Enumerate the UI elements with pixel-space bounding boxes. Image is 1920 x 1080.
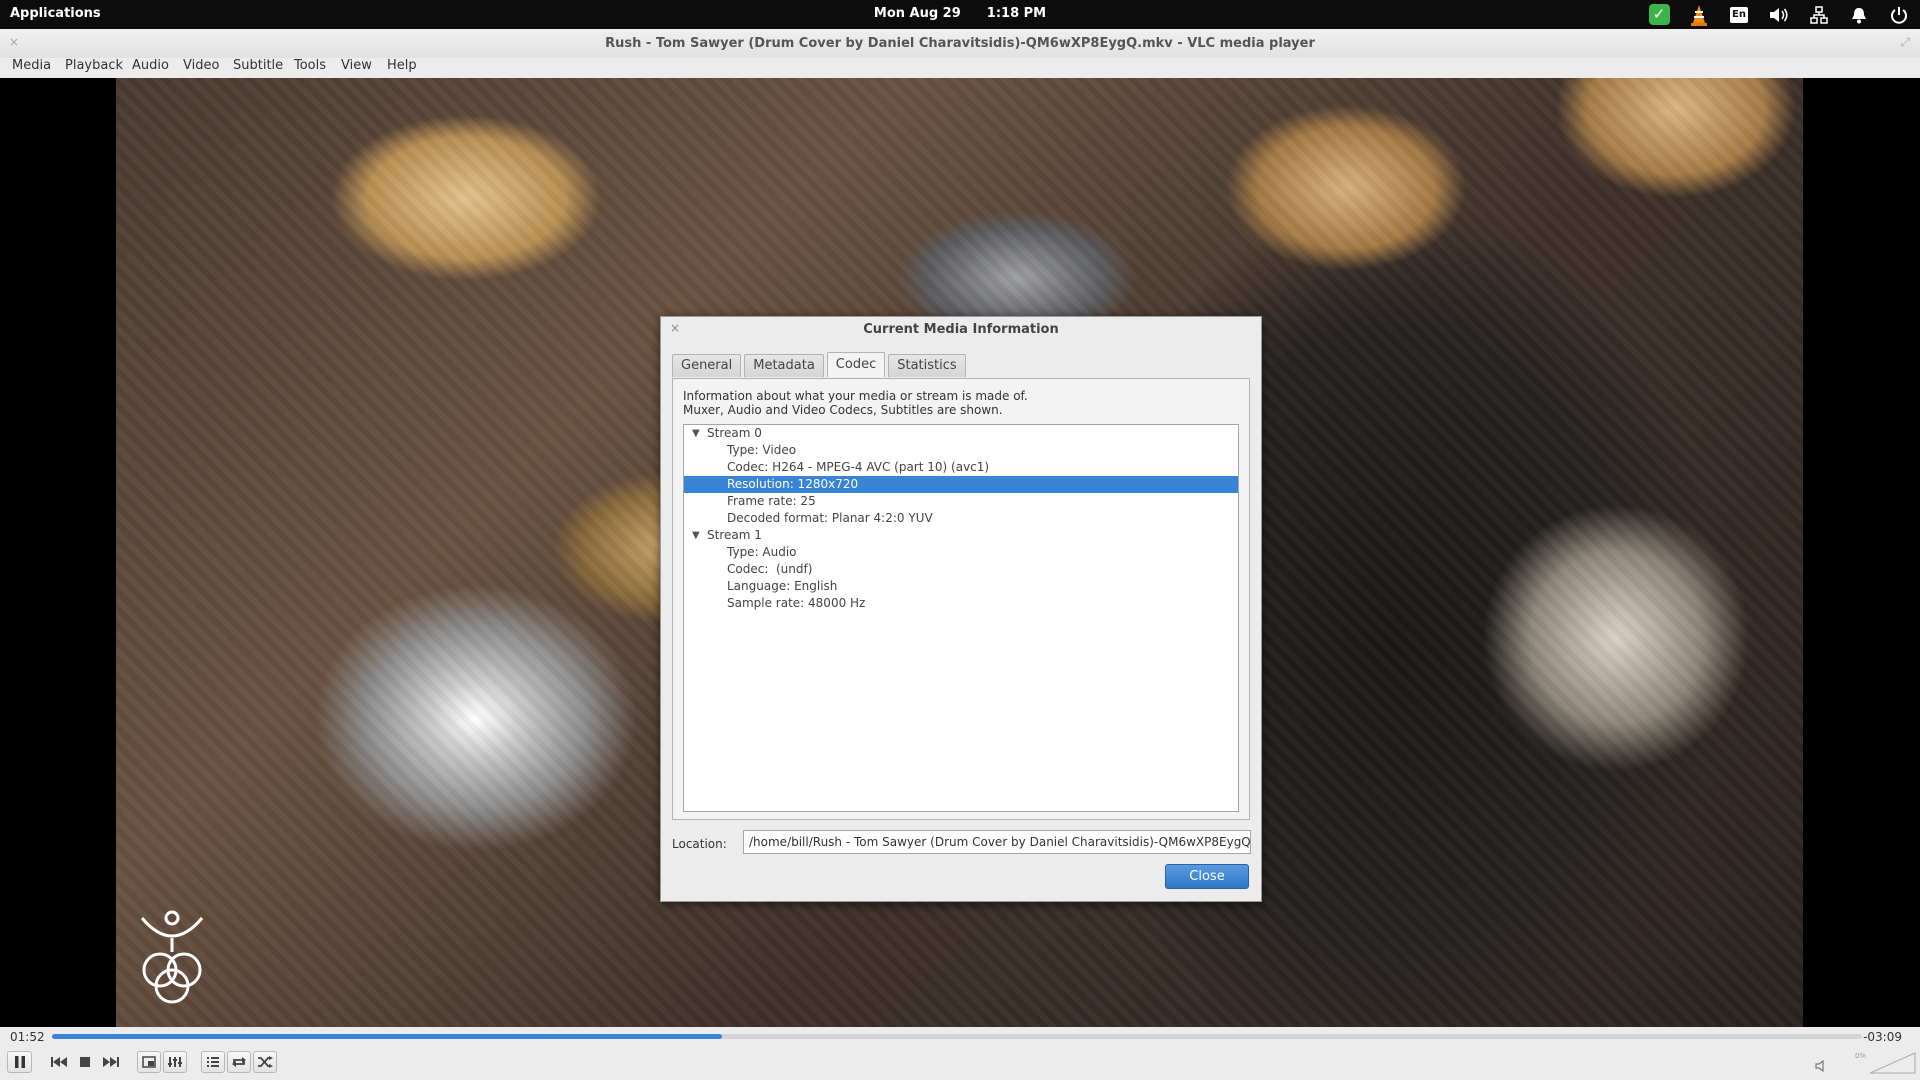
expand-arrow-icon[interactable]: ▼ — [692, 425, 700, 442]
fullscreen-icon — [142, 1056, 156, 1068]
seek-bar[interactable] — [52, 1034, 1862, 1039]
tree-row-label: Frame rate: 25 — [727, 494, 816, 508]
menu-tools[interactable]: Tools — [294, 58, 326, 73]
network-icon[interactable] — [1806, 3, 1832, 26]
media-information-dialog: × Current Media Information General Meta… — [660, 316, 1262, 902]
notification-bell-icon[interactable] — [1846, 3, 1872, 26]
shuffle-icon — [258, 1056, 273, 1068]
tree-row[interactable]: Codec: (undf) — [684, 561, 1238, 578]
equalizer-icon — [168, 1057, 182, 1067]
menu-playback[interactable]: Playback — [65, 58, 123, 73]
fullscreen-button[interactable] — [137, 1051, 161, 1073]
tab-statistics[interactable]: Statistics — [888, 354, 966, 377]
codec-panel: Information about what your media or str… — [672, 378, 1250, 820]
playlist-button[interactable] — [201, 1051, 225, 1073]
applications-menu-button[interactable]: Applications — [10, 6, 101, 21]
menu-video[interactable]: Video — [183, 58, 219, 73]
clock-time[interactable]: 1:18 PM — [987, 6, 1046, 21]
volume-icon[interactable] — [1766, 3, 1792, 26]
tree-row-label: Codec: H264 - MPEG-4 AVC (part 10) (avc1… — [727, 460, 990, 474]
menu-help[interactable]: Help — [387, 58, 417, 73]
shuffle-button[interactable] — [253, 1051, 277, 1073]
window-titlebar: × Rush - Tom Sawyer (Drum Cover by Danie… — [0, 29, 1920, 59]
pause-button[interactable] — [7, 1051, 32, 1073]
menu-view[interactable]: View — [341, 58, 372, 73]
tree-row-stream-0[interactable]: ▼ Stream 0 — [684, 425, 1238, 442]
system-tray: ✓ En — [1646, 3, 1912, 26]
codec-description: Information about what your media or str… — [683, 389, 1028, 417]
check-shield-icon[interactable]: ✓ — [1646, 3, 1672, 26]
vlc-cone-icon[interactable] — [1686, 3, 1712, 26]
tree-row[interactable]: Decoded format: Planar 4:2:0 YUV — [684, 510, 1238, 527]
tree-row-label: Stream 1 — [707, 528, 762, 542]
next-button[interactable] — [99, 1051, 123, 1073]
codec-tree[interactable]: ▼ Stream 0 Type: Video Codec: H264 - MPE… — [683, 424, 1239, 812]
menu-audio[interactable]: Audio — [132, 58, 169, 73]
dialog-tabs: General Metadata Codec Statistics — [672, 352, 969, 377]
tree-row[interactable]: Frame rate: 25 — [684, 493, 1238, 510]
tree-row[interactable]: Sample rate: 48000 Hz — [684, 595, 1238, 612]
volume-slider[interactable] — [1870, 1052, 1916, 1074]
top-panel: Applications Mon Aug 29 1:18 PM ✓ En — [0, 0, 1920, 29]
loop-button[interactable] — [227, 1051, 251, 1073]
tree-row-label: Type: Audio — [727, 545, 797, 559]
keyboard-layout-label: En — [1730, 6, 1748, 23]
stop-icon — [80, 1057, 90, 1067]
stop-button[interactable] — [73, 1051, 97, 1073]
tree-row-label: Language: English — [727, 579, 838, 593]
tree-row-selected[interactable]: Resolution: 1280x720 — [684, 476, 1238, 493]
tree-row[interactable]: Type: Video — [684, 442, 1238, 459]
speaker-icon — [1815, 1059, 1824, 1073]
elapsed-time[interactable]: 01:52 — [10, 1030, 45, 1044]
remaining-time[interactable]: -03:09 — [1863, 1030, 1902, 1044]
close-button[interactable]: Close — [1165, 864, 1249, 889]
seek-progress — [52, 1034, 722, 1039]
power-icon[interactable] — [1886, 3, 1912, 26]
volume-percent: 0% — [1855, 1052, 1867, 1060]
tree-row-label: Sample rate: 48000 Hz — [727, 596, 866, 610]
menu-subtitle[interactable]: Subtitle — [233, 58, 283, 73]
tree-row-label: Codec: (undf) — [727, 562, 813, 576]
location-label: Location: — [672, 837, 727, 851]
tree-row[interactable]: Type: Audio — [684, 544, 1238, 561]
mute-button[interactable] — [1815, 1059, 1829, 1076]
tree-row-label: Stream 0 — [707, 426, 762, 440]
pause-icon — [14, 1056, 25, 1068]
tree-row-label: Decoded format: Planar 4:2:0 YUV — [727, 511, 933, 525]
next-icon — [103, 1057, 119, 1067]
channel-logo-watermark — [140, 910, 204, 1004]
window-maximize-button[interactable]: ⤢ — [1900, 35, 1910, 50]
menu-bar: Media Playback Audio Video Subtitle Tool… — [0, 58, 1920, 78]
location-field[interactable]: /home/bill/Rush - Tom Sawyer (Drum Cover… — [743, 830, 1251, 854]
tab-general[interactable]: General — [672, 354, 742, 377]
extended-settings-button[interactable] — [163, 1051, 187, 1073]
tree-row-label: Resolution: 1280x720 — [727, 477, 859, 491]
tree-row-stream-1[interactable]: ▼ Stream 1 — [684, 527, 1238, 544]
tree-row-label: Type: Video — [727, 443, 797, 457]
previous-icon — [51, 1057, 67, 1067]
tab-metadata[interactable]: Metadata — [744, 354, 824, 377]
window-title: Rush - Tom Sawyer (Drum Cover by Daniel … — [605, 36, 1315, 51]
dialog-titlebar: × Current Media Information — [661, 317, 1261, 343]
clock: Mon Aug 29 1:18 PM — [0, 6, 1920, 21]
menu-media[interactable]: Media — [12, 58, 51, 73]
expand-arrow-icon[interactable]: ▼ — [692, 527, 700, 544]
tree-row[interactable]: Codec: H264 - MPEG-4 AVC (part 10) (avc1… — [684, 459, 1238, 476]
tree-row[interactable]: Language: English — [684, 578, 1238, 595]
playlist-icon — [207, 1057, 219, 1067]
dialog-title: Current Media Information — [863, 322, 1059, 337]
keyboard-layout-icon[interactable]: En — [1726, 3, 1752, 26]
description-line-2: Muxer, Audio and Video Codecs, Subtitles… — [683, 403, 1003, 417]
tab-codec[interactable]: Codec — [826, 352, 886, 377]
loop-icon — [232, 1057, 246, 1067]
playback-controls: 01:52 -03:09 0% — [0, 1027, 1920, 1080]
description-line-1: Information about what your media or str… — [683, 389, 1028, 403]
previous-button[interactable] — [47, 1051, 71, 1073]
clock-date[interactable]: Mon Aug 29 — [874, 6, 961, 21]
